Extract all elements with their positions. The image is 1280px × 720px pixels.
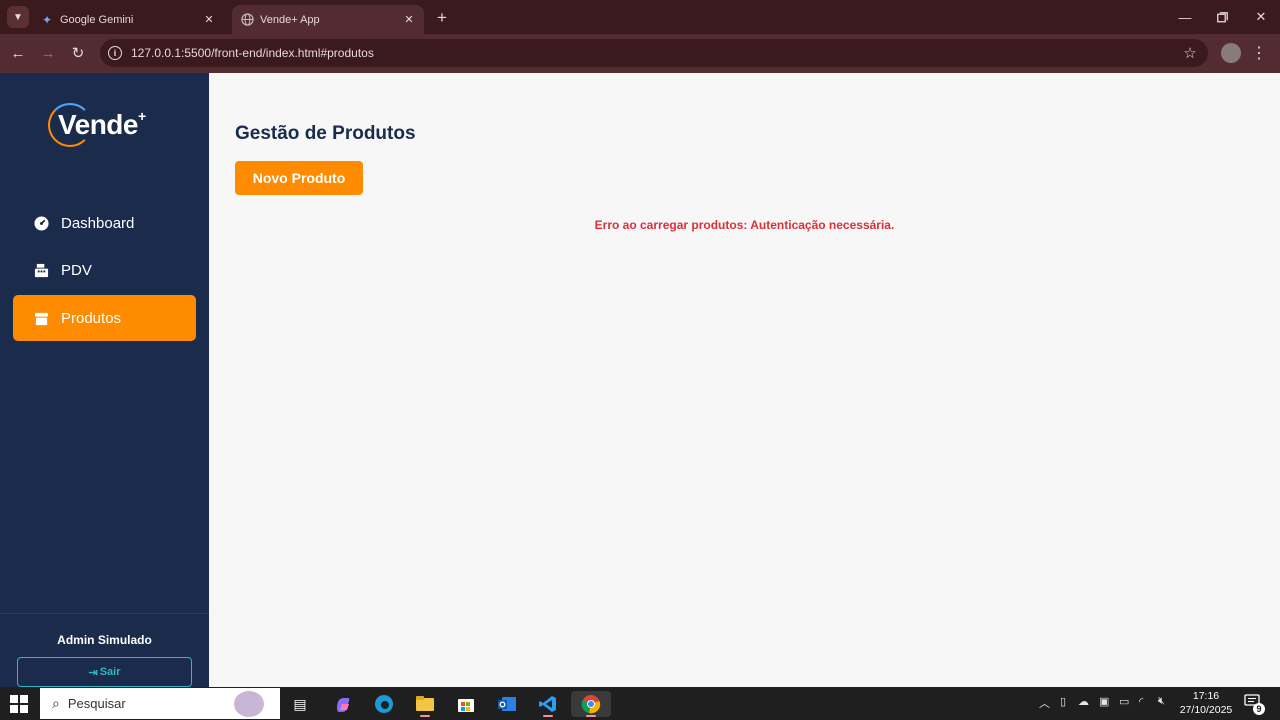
globe-icon xyxy=(240,13,254,27)
reload-button[interactable]: ↻ xyxy=(67,42,89,64)
box-icon xyxy=(34,311,49,326)
clock[interactable]: 17:16 27/10/2025 xyxy=(1175,689,1237,717)
vscode-icon[interactable] xyxy=(535,691,561,717)
sidebar-item-label: Produtos xyxy=(61,309,122,327)
tab-vende-app[interactable]: Vende+ App ✕ xyxy=(232,5,424,34)
browser-tab-bar: ▼ ✦ Google Gemini ✕ Vende+ App ✕ + — ✕ xyxy=(0,0,1280,34)
sidebar-item-label: Dashboard xyxy=(61,214,135,232)
restore-button[interactable] xyxy=(1210,5,1234,29)
task-view-icon[interactable]: ▤ xyxy=(287,691,313,717)
sign-out-icon: ⇥ xyxy=(88,666,98,679)
battery-icon[interactable]: ▭ xyxy=(1119,695,1129,708)
gemini-icon: ✦ xyxy=(41,12,53,27)
error-message: Erro ao carregar produtos: Autenticação … xyxy=(594,218,895,232)
user-name: Admin Simulado xyxy=(57,633,152,647)
forward-button[interactable]: → xyxy=(37,42,59,64)
wifi-icon[interactable]: ◜ xyxy=(1139,695,1143,708)
running-indicator xyxy=(543,715,553,717)
taskbar-search[interactable]: ⌕ Pesquisar xyxy=(40,688,280,719)
outlook-icon[interactable] xyxy=(494,691,520,717)
tab-search-button[interactable]: ▼ xyxy=(7,6,29,28)
close-icon[interactable]: ✕ xyxy=(200,11,218,29)
tab-title: Google Gemini xyxy=(60,13,134,26)
clock-time: 17:16 xyxy=(1192,690,1220,702)
tab-title: Vende+ App xyxy=(260,13,320,26)
main-content: Gestão de Produtos Novo Produto Erro ao … xyxy=(209,73,1280,687)
logo-plus: + xyxy=(137,108,147,124)
back-button[interactable]: ← xyxy=(7,42,29,64)
bookmark-star-icon[interactable]: ☆ xyxy=(1180,44,1200,62)
sidebar-item-pdv[interactable]: PDV xyxy=(13,247,196,293)
cash-register-icon xyxy=(34,263,49,278)
taskbar: ⌕ Pesquisar ▤ ︿ ▯ ☁ ▣ ▭ ◜ 🔇︎ 17:16 27/10… xyxy=(0,687,1280,720)
arrow-left-icon: ← xyxy=(10,44,26,62)
tab-google-gemini[interactable]: ✦ Google Gemini ✕ xyxy=(32,5,224,34)
file-explorer-icon[interactable] xyxy=(412,691,438,717)
volume-muted-icon[interactable]: 🔇︎ xyxy=(1158,695,1165,708)
sidebar-item-label: PDV xyxy=(61,261,92,279)
new-tab-button[interactable]: + xyxy=(432,8,452,28)
url-text: 127.0.0.1:5500/front-end/index.html#prod… xyxy=(131,46,374,60)
device-icon[interactable]: ▯ xyxy=(1060,695,1066,708)
address-bar[interactable]: i 127.0.0.1:5500/front-end/index.html#pr… xyxy=(100,39,1208,67)
new-product-button[interactable]: Novo Produto xyxy=(235,161,363,195)
more-menu-icon[interactable]: ⋮ xyxy=(1251,42,1267,64)
logout-label: Sair xyxy=(99,666,121,678)
windows-start-button[interactable] xyxy=(10,695,28,713)
close-icon[interactable]: ✕ xyxy=(400,11,418,29)
reload-icon: ↻ xyxy=(71,45,85,62)
sidebar-item-produtos[interactable]: Produtos xyxy=(13,295,196,341)
sidebar: Vende + Dashboard PDV Produtos Admin Sim… xyxy=(0,73,209,687)
browser-toolbar: ← → ↻ i 127.0.0.1:5500/front-end/index.h… xyxy=(0,34,1280,73)
search-highlight-image xyxy=(234,691,264,717)
page-title: Gestão de Produtos xyxy=(235,123,416,144)
chevron-up-icon[interactable]: ︿ xyxy=(1039,695,1050,711)
search-placeholder: Pesquisar xyxy=(67,696,126,711)
logo-text: Vende xyxy=(58,109,138,140)
onedrive-icon[interactable]: ☁ xyxy=(1078,695,1089,708)
search-icon: ⌕ xyxy=(52,695,60,711)
screen-icon[interactable]: ▣ xyxy=(1099,695,1109,708)
running-indicator xyxy=(586,715,596,717)
running-indicator xyxy=(420,715,430,717)
sidebar-divider xyxy=(0,613,209,614)
clock-date: 27/10/2025 xyxy=(1179,704,1233,716)
copilot-icon[interactable] xyxy=(330,691,356,717)
logo: Vende + xyxy=(48,103,146,147)
microsoft-store-icon[interactable] xyxy=(453,691,479,717)
arrow-right-icon: → xyxy=(40,44,56,62)
logout-button[interactable]: ⇥ Sair xyxy=(17,657,192,687)
chevron-down-icon: ▼ xyxy=(13,11,23,23)
minimize-button[interactable]: — xyxy=(1173,5,1197,29)
profile-avatar[interactable] xyxy=(1221,43,1241,63)
chrome-icon[interactable] xyxy=(571,691,611,717)
info-icon[interactable]: i xyxy=(108,46,122,60)
gauge-icon xyxy=(34,215,49,231)
notification-count-badge: 9 xyxy=(1253,703,1265,715)
close-window-button[interactable]: ✕ xyxy=(1249,5,1273,29)
edge-icon[interactable] xyxy=(371,691,397,717)
sidebar-item-dashboard[interactable]: Dashboard xyxy=(13,200,196,246)
